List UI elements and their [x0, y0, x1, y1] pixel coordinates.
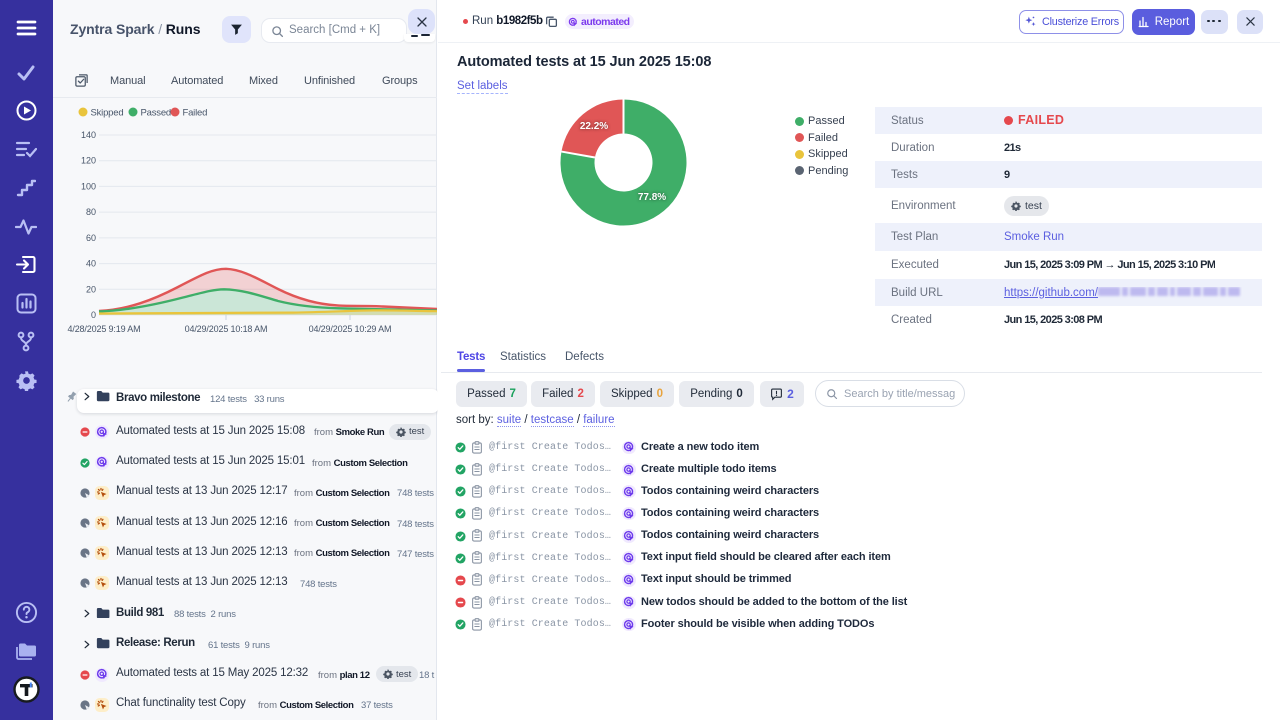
svg-text:04/29/2025 10:18 AM: 04/29/2025 10:18 AM — [185, 324, 268, 334]
svg-text:60: 60 — [86, 233, 96, 243]
svg-text:0: 0 — [91, 310, 96, 320]
svg-text:20: 20 — [86, 284, 96, 294]
svg-text:22.2%: 22.2% — [580, 121, 608, 132]
svg-text:Passed: Passed — [141, 107, 172, 118]
svg-text:100: 100 — [81, 181, 96, 191]
svg-text:40: 40 — [86, 259, 96, 269]
svg-text:120: 120 — [81, 156, 96, 166]
svg-text:77.8%: 77.8% — [638, 192, 666, 203]
svg-text:80: 80 — [86, 207, 96, 217]
svg-text:4/28/2025 9:19 AM: 4/28/2025 9:19 AM — [67, 324, 140, 334]
svg-text:Failed: Failed — [183, 107, 208, 118]
svg-text:Skipped: Skipped — [91, 107, 124, 118]
svg-text:04/29/2025 10:29 AM: 04/29/2025 10:29 AM — [309, 324, 392, 334]
svg-text:140: 140 — [81, 130, 96, 140]
